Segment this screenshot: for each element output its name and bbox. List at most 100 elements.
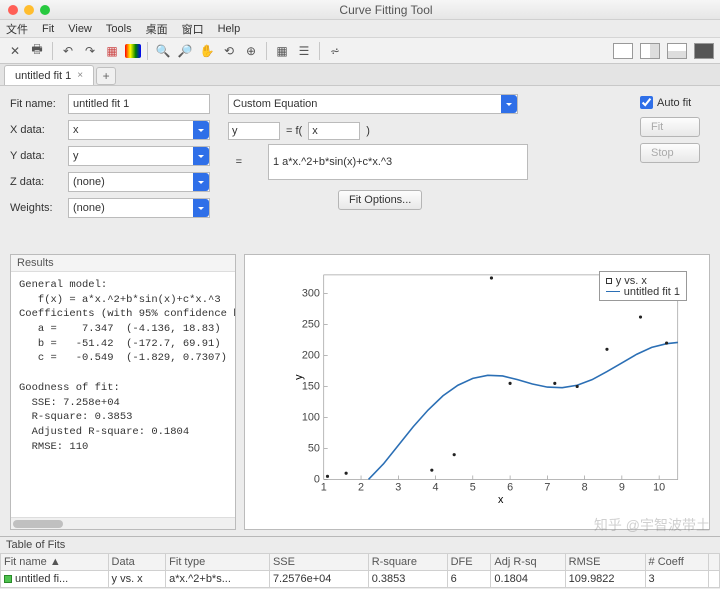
layout-3-icon[interactable]	[667, 43, 687, 59]
fitname-label: Fit name:	[10, 98, 68, 110]
tab-untitled-fit-1[interactable]: untitled fit 1 ×	[4, 65, 94, 85]
titlebar: Curve Fitting Tool	[0, 0, 720, 20]
svg-text:9: 9	[619, 481, 625, 493]
table-title: Table of Fits	[0, 537, 720, 553]
zoom-in-icon[interactable]: 🔍	[154, 42, 172, 60]
svg-text:0: 0	[314, 473, 320, 485]
svg-text:1: 1	[321, 481, 327, 493]
chevron-down-icon	[193, 173, 209, 191]
results-text[interactable]: General model: f(x) = a*x.^2+b*sin(x)+c*…	[11, 272, 235, 517]
residuals-icon[interactable]: ⩫	[326, 42, 344, 60]
cell: 0.1804	[491, 571, 565, 588]
window-controls	[8, 5, 50, 15]
menu-fit[interactable]: Fit	[42, 23, 54, 35]
palette-icon[interactable]: ▦	[103, 42, 121, 60]
menu-tools[interactable]: Tools	[106, 23, 132, 35]
fit-controls: Auto fit Fit Stop	[640, 94, 710, 254]
undo-icon[interactable]: ↶	[59, 42, 77, 60]
svg-text:250: 250	[302, 318, 320, 330]
delete-icon[interactable]: ✕	[6, 42, 24, 60]
svg-text:3: 3	[395, 481, 401, 493]
grid-icon[interactable]: ▦	[273, 42, 291, 60]
layout-2-icon[interactable]	[640, 43, 660, 59]
auto-fit-checkbox[interactable]: Auto fit	[640, 96, 710, 109]
svg-text:100: 100	[302, 411, 320, 423]
close-icon[interactable]	[8, 5, 18, 15]
svg-text:7: 7	[544, 481, 550, 493]
lhs-box[interactable]: y	[228, 122, 280, 140]
data-cursor-icon[interactable]: ⊕	[242, 42, 260, 60]
cell: y vs. x	[108, 571, 166, 588]
results-panel: Results General model: f(x) = a*x.^2+b*s…	[10, 254, 236, 530]
minimize-icon[interactable]	[24, 5, 34, 15]
list-icon[interactable]: ☰	[295, 42, 313, 60]
fit-options-button[interactable]: Fit Options...	[338, 190, 422, 210]
xdata-label: X data:	[10, 124, 68, 136]
cell	[709, 571, 720, 588]
tab-close-icon[interactable]: ×	[77, 70, 83, 81]
results-header: Results	[11, 255, 235, 272]
menu-file[interactable]: 文件	[6, 21, 28, 37]
colormap-icon[interactable]	[125, 44, 141, 58]
zoom-icon[interactable]	[40, 5, 50, 15]
menu-desktop[interactable]: 桌面	[146, 21, 168, 37]
menu-help[interactable]: Help	[218, 23, 241, 35]
layout-4-icon[interactable]	[694, 43, 714, 59]
weights-select[interactable]: (none)	[68, 198, 210, 218]
plot-legend[interactable]: y vs. x untitled fit 1	[599, 271, 687, 301]
fit-plot[interactable]: y vs. x untitled fit 1 12345678910050100…	[244, 254, 710, 530]
col-header[interactable]: DFE	[447, 554, 491, 571]
zoom-out-icon[interactable]: 🔎	[176, 42, 194, 60]
eq-text: = f(	[286, 125, 302, 137]
rotate-icon[interactable]: ⟲	[220, 42, 238, 60]
col-header[interactable]: Adj R-sq	[491, 554, 565, 571]
pan-icon[interactable]: ✋	[198, 42, 216, 60]
fits-table[interactable]: Fit name ▲DataFit typeSSER-squareDFEAdj …	[0, 553, 720, 588]
col-header[interactable]: Data	[108, 554, 166, 571]
col-header[interactable]: Fit type	[166, 554, 270, 571]
fit-button[interactable]: Fit	[640, 117, 700, 137]
cell: 6	[447, 571, 491, 588]
col-header[interactable]: # Coeff	[645, 554, 709, 571]
fit-tabs: untitled fit 1 × +	[0, 64, 720, 86]
menu-view[interactable]: View	[68, 23, 92, 35]
zdata-label: Z data:	[10, 176, 68, 188]
xdata-select[interactable]: x	[68, 120, 210, 140]
col-header[interactable]: SSE	[269, 554, 368, 571]
stop-button[interactable]: Stop	[640, 143, 700, 163]
equation-panel: Custom Equation y = f( x ) = Fit Options…	[228, 94, 622, 254]
svg-text:8: 8	[582, 481, 588, 493]
add-tab-button[interactable]: +	[96, 67, 116, 85]
table-of-fits-panel: Table of Fits Fit name ▲DataFit typeSSER…	[0, 536, 720, 589]
results-scrollbar[interactable]	[11, 517, 235, 529]
chevron-down-icon	[193, 199, 209, 217]
col-header[interactable]: R-square	[368, 554, 447, 571]
chevron-down-icon	[501, 95, 517, 113]
col-header[interactable]	[709, 554, 720, 571]
equation-input[interactable]	[268, 144, 528, 180]
cell: a*x.^2+b*s...	[166, 571, 270, 588]
chevron-down-icon	[193, 121, 209, 139]
fitname-input[interactable]	[68, 94, 210, 114]
svg-text:150: 150	[302, 380, 320, 392]
menu-window[interactable]: 窗口	[182, 21, 204, 37]
svg-text:300: 300	[302, 287, 320, 299]
menu-bar: 文件 Fit View Tools 桌面 窗口 Help	[0, 20, 720, 38]
zdata-select[interactable]: (none)	[68, 172, 210, 192]
data-selection-panel: Fit name: X data:x Y data:y Z data:(none…	[10, 94, 210, 254]
eq-close: )	[366, 125, 370, 137]
cell: 0.3853	[368, 571, 447, 588]
table-row[interactable]: untitled fi...y vs. xa*x.^2+b*s...7.2576…	[1, 571, 720, 588]
fit-type-select[interactable]: Custom Equation	[228, 94, 518, 114]
ydata-select[interactable]: y	[68, 146, 210, 166]
col-header[interactable]: Fit name ▲	[1, 554, 109, 571]
svg-text:x: x	[498, 494, 504, 505]
svg-text:2: 2	[358, 481, 364, 493]
arg-box[interactable]: x	[308, 122, 360, 140]
layout-1-icon[interactable]	[613, 43, 633, 59]
toolbar: ✕ 🖶 ↶ ↷ ▦ 🔍 🔎 ✋ ⟲ ⊕ ▦ ☰ ⩫	[0, 38, 720, 64]
col-header[interactable]: RMSE	[565, 554, 645, 571]
separator	[147, 42, 148, 60]
print-icon[interactable]: 🖶	[28, 42, 46, 60]
redo-icon[interactable]: ↷	[81, 42, 99, 60]
